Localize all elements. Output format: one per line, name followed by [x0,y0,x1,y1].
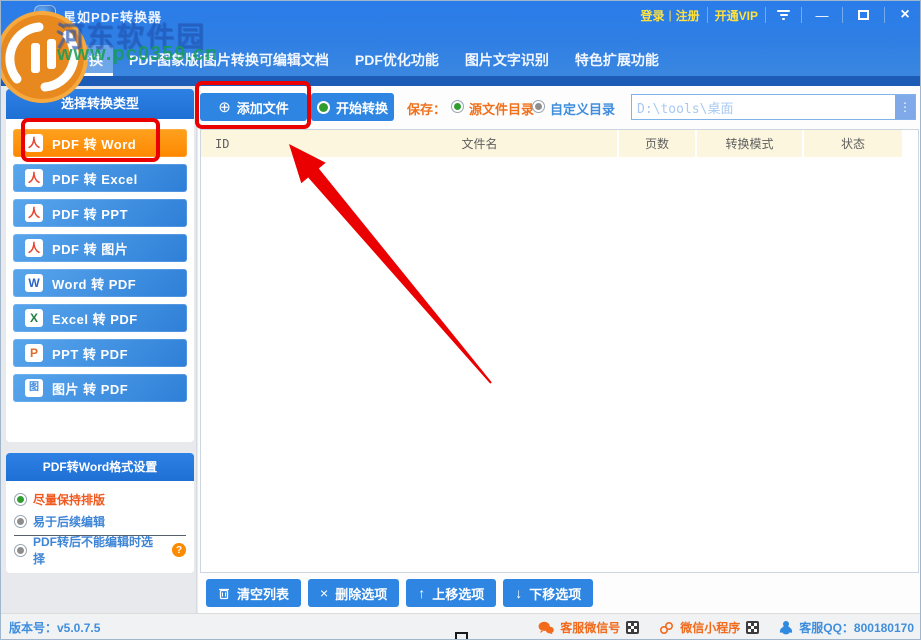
divider [842,7,843,23]
register-link[interactable]: 注册 [676,7,700,24]
titlebar: 星如PDF转换器 登录 | 注册 开通VIP — × [1,1,921,29]
divider [884,7,885,23]
version-label: 版本号：v5.0.7.5 [9,619,100,636]
minimize-button[interactable]: — [809,8,835,23]
ppt-file-icon: P [25,344,43,362]
close-button[interactable]: × [892,6,918,24]
add-files-button[interactable]: ⊕ 添加文件 [200,93,307,121]
arrow-up-icon: ↑ [418,585,425,601]
titlebar-controls: 登录 | 注册 开通VIP — × [641,1,919,29]
app-window: 星如PDF转换器 登录 | 注册 开通VIP — × PDF格式转换 PDF图象… [0,0,921,640]
output-path-field[interactable]: D:\tools\桌面 ⋮ [631,94,916,120]
word-format-settings-header: PDF转Word格式设置 [6,453,194,481]
maximize-button[interactable] [858,10,869,20]
column-id: ID [201,130,342,157]
conversion-type-header: 选择转换类型 [6,89,194,119]
add-circle-icon: ⊕ [218,98,231,116]
start-convert-button[interactable]: 开始转换 [311,93,394,121]
main-panel: ⊕ 添加文件 开始转换 保存： 源文件目录 自定义目录 D:\tools\桌面 … [198,86,921,613]
tab-pdf-optimize[interactable]: PDF优化功能 [345,45,449,76]
word-file-icon: W [25,274,43,292]
x-icon: × [320,585,328,601]
divider [707,7,708,23]
stray-square-artifact [455,632,468,640]
radio-icon[interactable] [14,544,27,557]
pdf-file-icon: 人 [25,134,43,152]
wechat-service-label[interactable]: 客服微信号 [560,619,620,636]
radio-custom-dir[interactable] [532,100,545,113]
conversion-type-panel: 人 PDF 转 Word 人 PDF 转 Excel 人 PDF 转 PPT 人… [6,119,194,442]
clear-list-button[interactable]: 清空列表 [206,579,301,607]
miniprogram-qr-icon[interactable] [746,621,759,634]
divider [801,7,802,23]
column-pages: 页数 [617,130,695,157]
option-easy-edit[interactable]: 易于后续编辑 [14,510,186,532]
move-down-button[interactable]: ↓ 下移选项 [503,579,593,607]
column-convert-mode: 转换模式 [695,130,802,157]
pdf-file-icon: 人 [25,169,43,187]
excel-file-icon: X [25,309,43,327]
sidebar-item-excel-to-pdf[interactable]: X Excel 转 PDF [13,304,187,332]
app-logo-icon [34,5,56,27]
custom-dir-label[interactable]: 自定义目录 [550,99,615,118]
radio-icon[interactable] [14,515,27,528]
pdf-file-icon: 人 [25,204,43,222]
sidebar-item-pdf-to-image[interactable]: 人 PDF 转 图片 [13,234,187,262]
statusbar-contacts: 客服微信号 微信小程序 客服QQ：800180170 [538,619,914,636]
divider [765,7,766,23]
word-format-settings-panel: 尽量保持排版 易于后续编辑 PDF转后不能编辑时选择 ? [6,481,194,573]
sidebar-item-pdf-to-excel[interactable]: 人 PDF 转 Excel [13,164,187,192]
skin-menu-icon[interactable] [773,10,794,20]
radio-selected-icon[interactable] [14,493,27,506]
menu-bottom-strip [1,76,921,86]
trash-icon [218,587,230,600]
option-not-editable[interactable]: PDF转后不能编辑时选择 ? [14,539,186,561]
vip-link[interactable]: 开通VIP [715,7,758,24]
save-label: 保存： [407,99,446,118]
start-dot-icon [317,101,330,114]
sidebar-item-word-to-pdf[interactable]: W Word 转 PDF [13,269,187,297]
column-filename: 文件名 [342,130,617,157]
app-body: 选择转换类型 人 PDF 转 Word 人 PDF 转 Excel 人 PDF … [1,86,921,613]
tab-pdf-image-edit[interactable]: PDF图象版|图片转换可编辑文档 [119,45,339,76]
arrow-down-icon: ↓ [515,585,522,601]
login-link[interactable]: 登录 [641,7,665,24]
browse-folder-button[interactable]: ⋮ [895,95,915,119]
sidebar-item-pdf-to-word[interactable]: 人 PDF 转 Word [13,129,187,157]
list-action-buttons: 清空列表 × 删除选项 ↑ 上移选项 ↓ 下移选项 [206,579,593,607]
wechat-qr-icon[interactable] [626,621,639,634]
file-list-table: ID 文件名 页数 转换模式 状态 [200,129,919,573]
qq-icon [779,620,793,635]
login-register-divider: | [669,8,672,22]
help-icon[interactable]: ? [172,543,186,557]
move-up-button[interactable]: ↑ 上移选项 [406,579,496,607]
pdf-file-icon: 人 [25,239,43,257]
sidebar: 选择转换类型 人 PDF 转 Word 人 PDF 转 Excel 人 PDF … [1,86,197,613]
sidebar-item-pdf-to-ppt[interactable]: 人 PDF 转 PPT [13,199,187,227]
column-status: 状态 [802,130,902,157]
window-title: 星如PDF转换器 [63,7,162,26]
sidebar-item-image-to-pdf[interactable]: 图 图片 转 PDF [13,374,187,402]
output-path-value[interactable]: D:\tools\桌面 [632,98,895,117]
image-file-icon: 图 [25,379,43,397]
miniprogram-label[interactable]: 微信小程序 [680,619,740,636]
link-icon [659,621,674,635]
delete-selected-button[interactable]: × 删除选项 [308,579,399,607]
wechat-icon [538,621,554,635]
option-keep-layout[interactable]: 尽量保持排版 [14,488,186,510]
source-dir-label[interactable]: 源文件目录 [469,99,534,118]
table-header-row: ID 文件名 页数 转换模式 状态 [201,130,918,157]
radio-source-dir[interactable] [451,100,464,113]
menu-tabs: PDF格式转换 PDF图象版|图片转换可编辑文档 PDF优化功能 图片文字识别 … [9,46,914,76]
sidebar-item-ppt-to-pdf[interactable]: P PPT 转 PDF [13,339,187,367]
tab-extras[interactable]: 特色扩展功能 [565,45,669,76]
header-spacer [902,130,918,157]
tab-pdf-format[interactable]: PDF格式转换 [9,45,113,76]
tab-ocr[interactable]: 图片文字识别 [455,45,559,76]
qq-service-label[interactable]: 客服QQ：800180170 [799,619,914,636]
